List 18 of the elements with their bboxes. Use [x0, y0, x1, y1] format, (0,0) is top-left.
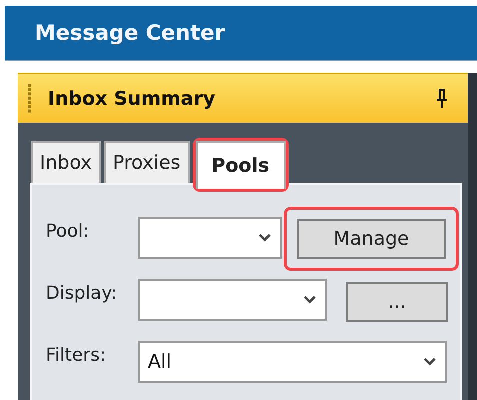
tab[interactable]: Inbox	[31, 141, 101, 183]
header-title: Message Center	[35, 21, 226, 45]
manage-button[interactable]: Manage	[297, 219, 446, 259]
field-label: Filters:	[46, 344, 108, 366]
chevron-down-icon	[258, 233, 272, 243]
dropdown[interactable]	[138, 217, 282, 259]
pin-icon[interactable]	[436, 88, 448, 108]
ellipsis-button[interactable]: ...	[346, 282, 448, 322]
dropdown[interactable]	[138, 279, 327, 321]
chevron-down-icon	[423, 357, 437, 367]
grip-icon[interactable]	[28, 84, 32, 114]
field-label: Display:	[46, 282, 118, 304]
chevron-down-icon	[303, 295, 317, 305]
panel-title: Inbox Summary	[48, 88, 217, 110]
field-label: Pool:	[46, 220, 90, 242]
dropdown[interactable]: All	[138, 341, 447, 383]
tab[interactable]: Pools	[196, 141, 286, 189]
tab[interactable]: Proxies	[104, 141, 190, 183]
